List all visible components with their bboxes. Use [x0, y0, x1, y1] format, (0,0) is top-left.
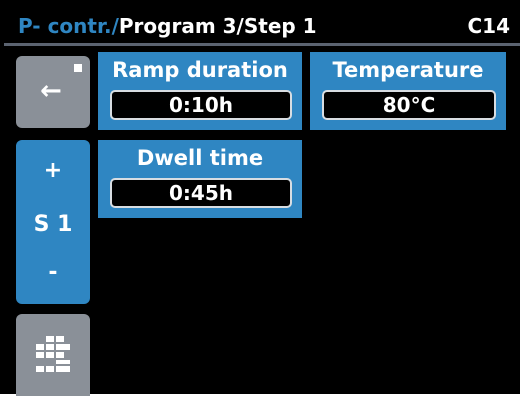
breadcrumb: P- contr./Program 3/Step 1	[18, 14, 317, 38]
ramp-duration-label: Ramp duration	[112, 58, 288, 82]
temperature-value[interactable]: 80°C	[322, 90, 496, 120]
grid-menu-icon	[36, 336, 70, 372]
temperature-tile[interactable]: Temperature 80°C	[310, 52, 506, 130]
ramp-duration-tile[interactable]: Ramp duration 0:10h	[98, 52, 302, 130]
breadcrumb-root[interactable]: P- contr./	[18, 14, 119, 38]
menu-button[interactable]	[16, 314, 90, 396]
step-decrement-button[interactable]: -	[16, 260, 90, 285]
dwell-time-label: Dwell time	[136, 146, 264, 170]
step-label: S 1	[33, 212, 73, 237]
step-selector: + S 1 -	[16, 140, 90, 304]
breadcrumb-current: Program 3/Step 1	[118, 14, 317, 38]
title-bar: P- contr./Program 3/Step 1 C14	[4, 4, 520, 46]
dwell-time-tile[interactable]: Dwell time 0:45h	[98, 140, 302, 218]
ramp-duration-value[interactable]: 0:10h	[110, 90, 292, 120]
step-increment-button[interactable]: +	[16, 158, 90, 183]
back-button[interactable]: ←	[16, 56, 90, 128]
arrow-left-icon: ←	[40, 76, 62, 106]
temperature-label: Temperature	[332, 58, 484, 82]
indicator-dot-icon	[74, 64, 82, 72]
device-screen: P- contr./Program 3/Step 1 C14 ← + S 1 -…	[0, 0, 520, 396]
screen-code: C14	[467, 14, 510, 38]
dwell-time-value[interactable]: 0:45h	[110, 178, 292, 208]
